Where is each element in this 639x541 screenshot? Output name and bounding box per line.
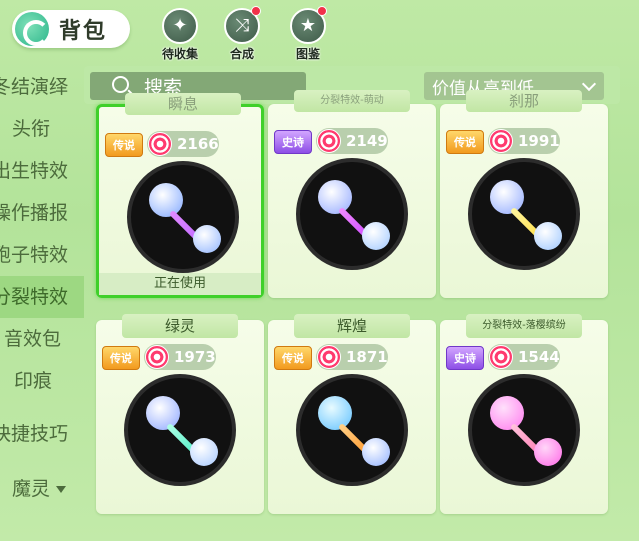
candy-icon — [489, 345, 513, 369]
value-pill: 2166 — [147, 131, 219, 157]
split-ball — [490, 396, 524, 430]
rarity-badge: 史诗 — [446, 346, 484, 370]
split-ball — [190, 438, 218, 466]
candy-icon — [317, 345, 341, 369]
rarity-badge: 传说 — [274, 346, 312, 370]
sidebar-item-birth-effect[interactable]: 出生特效 — [0, 150, 84, 192]
value-number: 1544 — [518, 348, 560, 366]
value-pill: 1544 — [488, 344, 560, 370]
candy-icon — [489, 129, 513, 153]
card-name: 辉煌 — [294, 314, 410, 338]
effect-preview — [127, 161, 239, 273]
split-ball — [490, 180, 524, 214]
effect-preview — [468, 374, 580, 486]
bag-title: 背包 — [59, 19, 108, 44]
codex-label: 图鉴 — [295, 47, 320, 61]
effect-preview — [296, 374, 408, 486]
card-name: 绿灵 — [122, 314, 238, 338]
split-ball — [362, 438, 390, 466]
sidebar-item-winter[interactable]: 冬结演绎 — [0, 66, 84, 108]
split-ball — [318, 396, 352, 430]
collect-label: 待收集 — [161, 47, 198, 61]
value-pill: 1871 — [316, 344, 388, 370]
effect-preview — [468, 158, 580, 270]
notification-dot — [317, 6, 327, 16]
effect-card[interactable]: 分裂特效-萌动 史诗 2149 — [268, 90, 436, 298]
split-ball — [318, 180, 352, 214]
item-grid: 瞬息 传说 2166 正在使用 分裂特效-萌动 史诗 2149 刹那 传说 19… — [84, 90, 620, 524]
card-name: 分裂特效-落樱缤纷 — [466, 314, 582, 338]
sidebar-item-sound-pack[interactable]: 音效包 — [0, 318, 84, 360]
effect-preview — [296, 158, 408, 270]
collect-button[interactable]: ✦ 待收集 — [152, 8, 208, 61]
value-pill: 1973 — [144, 344, 216, 370]
effect-card[interactable]: 绿灵 传说 1973 — [96, 314, 264, 514]
value-number: 2149 — [346, 132, 388, 150]
value-pill: 2149 — [316, 128, 388, 154]
candy-icon — [148, 132, 172, 156]
effect-card[interactable]: 瞬息 传说 2166 正在使用 — [96, 93, 264, 298]
effect-card[interactable]: 辉煌 传说 1871 — [268, 314, 436, 514]
rarity-badge: 传说 — [105, 133, 143, 157]
split-ball — [149, 183, 183, 217]
bag-tab[interactable]: 背包 — [12, 10, 130, 48]
rarity-badge: 传说 — [446, 130, 484, 154]
effect-preview — [124, 374, 236, 486]
card-name: 分裂特效-萌动 — [294, 90, 410, 112]
search-icon — [112, 76, 129, 93]
candy-icon — [317, 129, 341, 153]
sidebar-item-split-effect[interactable]: 分裂特效 — [0, 276, 84, 318]
sidebar-item-spore-effect[interactable]: 孢子特效 — [0, 234, 84, 276]
value-pill: 1991 — [488, 128, 560, 154]
card-name: 刹那 — [466, 90, 582, 112]
card-name: 瞬息 — [125, 93, 241, 115]
chevron-down-icon — [581, 76, 597, 92]
split-ball — [534, 438, 562, 466]
effect-card[interactable]: 刹那 传说 1991 — [440, 90, 608, 298]
caret-down-icon — [56, 486, 67, 493]
sidebar-item-broadcast[interactable]: 操作播报 — [0, 192, 84, 234]
rarity-badge: 传说 — [102, 346, 140, 370]
split-ball — [534, 222, 562, 250]
value-number: 1973 — [174, 348, 216, 366]
sidebar-item-imprint[interactable]: 印痕 — [0, 360, 84, 402]
synthesize-button[interactable]: ⤨ 合成 — [214, 6, 270, 61]
split-ball — [146, 396, 180, 430]
sparkle-icon: ✦ — [162, 8, 198, 44]
rarity-badge: 史诗 — [274, 130, 312, 154]
candy-icon — [145, 345, 169, 369]
split-ball — [362, 222, 390, 250]
notification-dot — [251, 6, 261, 16]
value-number: 1871 — [346, 348, 388, 366]
value-number: 1991 — [518, 132, 560, 150]
sidebar-item-shortcut-skills[interactable]: 快捷技巧 — [0, 410, 84, 458]
effect-card[interactable]: 分裂特效-落樱缤纷 史诗 1544 — [440, 314, 608, 514]
sidebar-item-title[interactable]: 头衔 — [0, 108, 84, 150]
synthesize-label: 合成 — [229, 47, 254, 61]
codex-button[interactable]: ★ 图鉴 — [280, 6, 336, 61]
split-ball — [193, 225, 221, 253]
sidebar-item-demon-spirit[interactable]: 魔灵 — [0, 468, 84, 510]
category-sidebar: 冬结演绎 头衔 出生特效 操作播报 孢子特效 分裂特效 音效包 印痕 快捷技巧 … — [0, 66, 84, 510]
bag-logo-icon — [15, 12, 49, 46]
value-number: 2166 — [177, 135, 219, 153]
in-use-label: 正在使用 — [99, 273, 261, 295]
